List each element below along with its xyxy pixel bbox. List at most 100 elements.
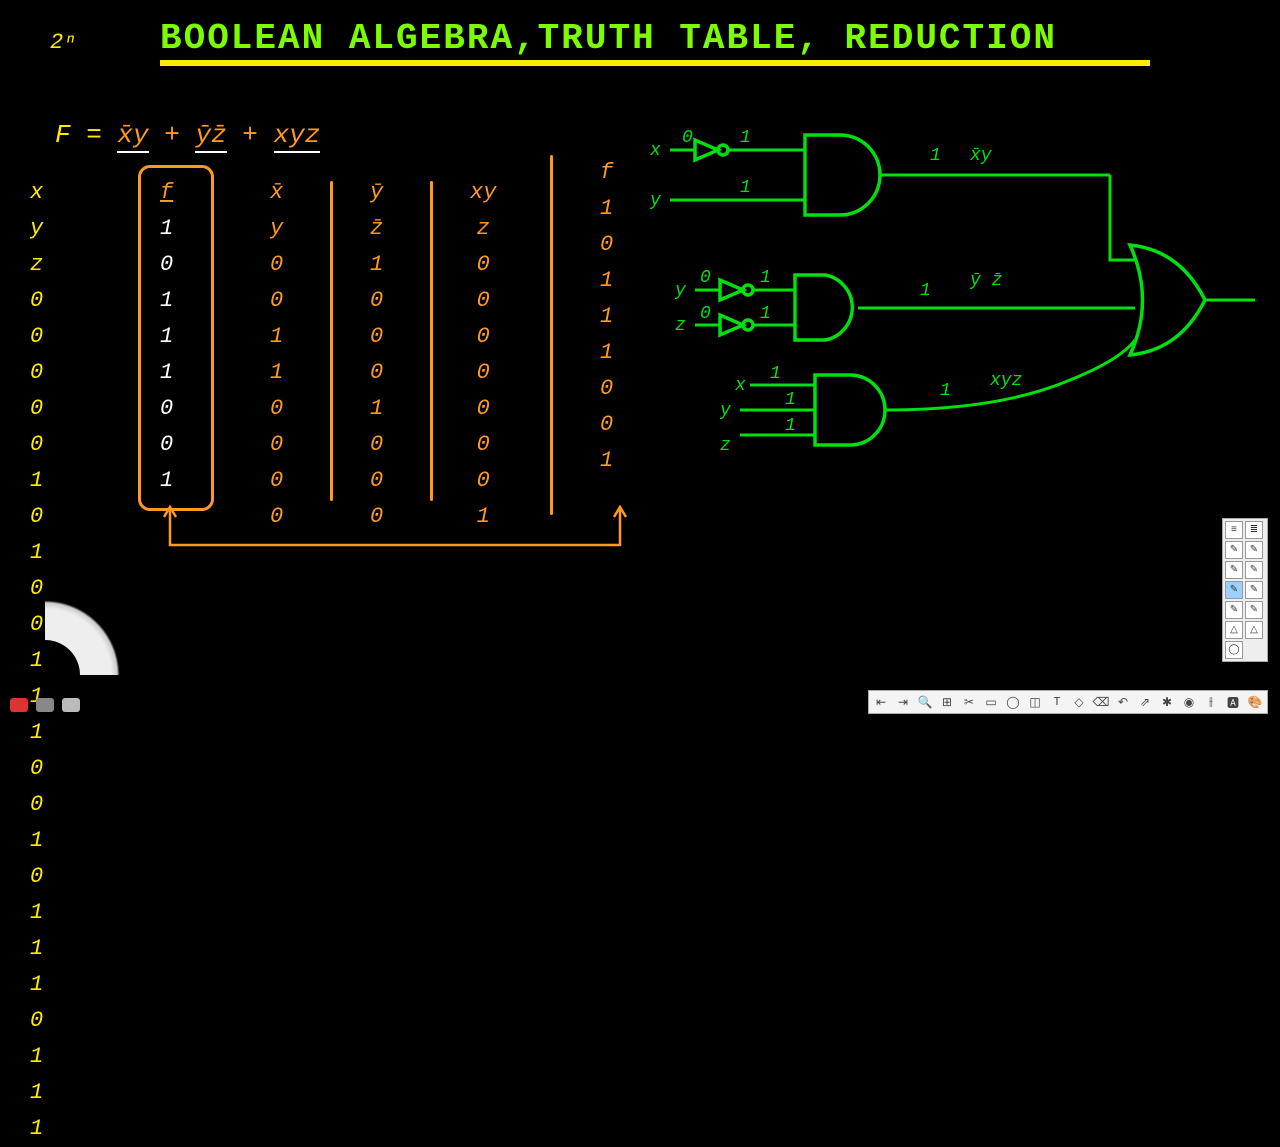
table-cell: 1 0 0 [30,715,43,823]
hdr-ybarzbar: ȳ z̄ [370,175,383,247]
table-cell: 0 [470,463,496,499]
tool-button[interactable]: ⊞ [939,694,955,710]
label-x3: x [734,376,746,396]
divider3 [550,155,553,515]
tool-button[interactable]: 🅰 [1225,694,1241,710]
tool-button[interactable]: ✎ [1225,541,1243,559]
formula-lhs: F = [55,120,102,150]
page-title: BOOLEAN ALGEBRA,TRUTH TABLE, REDUCTION [160,18,1057,59]
tool-button[interactable]: ◉ [1181,694,1197,710]
table-cell: 0 [370,463,383,499]
tool-button[interactable]: ✎ [1245,541,1263,559]
tool-button[interactable]: 🎨 [1247,694,1263,710]
svg-text:1: 1 [760,304,771,324]
formula-term1: x̄y [117,120,148,153]
label-y: y [649,191,662,211]
table-cell: 1 [600,299,613,335]
tool-button[interactable]: ✎ [1225,561,1243,579]
tool-button[interactable]: ✎ [1245,581,1263,599]
table-cell: 1 [600,191,613,227]
tool-button[interactable]: ▭ [983,694,999,710]
side-toolbar[interactable]: ≡≣✎✎✎✎✎✎✎✎△△◯ [1222,518,1268,662]
and3-out: xyz [989,371,1022,391]
tool-button[interactable]: ≣ [1245,521,1263,539]
svg-text:1: 1 [785,390,796,410]
hdr-xyz: x y z [30,175,43,283]
svg-text:0: 0 [700,268,711,288]
label-z2: z [675,316,686,336]
table-cell: 0 1 0 [30,499,43,607]
tool-button[interactable]: △ [1225,621,1243,639]
hdr-xbary: x̄ y [270,175,283,247]
formula-plus1: + [164,120,180,150]
tool-button[interactable]: T [1049,694,1065,710]
tool-button[interactable]: ⇥ [895,694,911,710]
table-cell: 0 [370,427,383,463]
svg-text:0: 0 [682,130,693,148]
tool-button[interactable]: ◯ [1225,641,1243,659]
hdr-xyzterm: xy z [470,175,496,247]
table-cell: 0 [370,283,383,319]
svg-text:1: 1 [740,178,751,198]
equivalence-arrow [150,505,650,565]
tool-button[interactable]: ✎ [1245,561,1263,579]
formula-plus2: + [242,120,258,150]
tool-button[interactable]: ◫ [1027,694,1043,710]
table-cell: 0 [470,319,496,355]
tool-button[interactable]: ⌫ [1093,694,1109,710]
col-f2: f 10111001 [600,155,613,479]
tool-button[interactable]: ≡ [1225,521,1243,539]
and2-out: ȳ z̄ [969,271,1002,291]
col-xyz: x y z 0 0 00 0 10 1 00 1 11 0 01 0 11 1 … [30,175,43,1147]
formula-term3: xyz [274,120,321,153]
svg-text:1: 1 [930,146,941,166]
col-ybarzbar: ȳ z̄ 10001000 [370,175,383,535]
svg-text:1: 1 [920,281,931,301]
tool-button[interactable]: ↶ [1115,694,1131,710]
tool-button[interactable]: ⇤ [873,694,889,710]
bottom-toolbar[interactable]: ⇤ ⇥ 🔍 ⊞ ✂ ▭ ◯ ◫ T ◇ ⌫ ↶ ⇗ ✱ ◉ ⫲ 🅰 🎨 [868,690,1268,714]
table-cell: 0 [600,407,613,443]
radial-menu[interactable] [0,590,130,760]
label-x: x [649,141,661,161]
divider1 [330,181,333,501]
table-cell: 0 [470,247,496,283]
boolean-formula: F = x̄y + ȳz̄ + xyz [55,120,320,150]
tool-button[interactable]: ⫲ [1203,694,1219,710]
svg-text:1: 1 [940,381,951,401]
tool-button[interactable]: ✱ [1159,694,1175,710]
table-cell: 1 [270,319,283,355]
table-cell: 0 [600,227,613,263]
tool-button[interactable]: △ [1245,621,1263,639]
tool-button[interactable]: ◯ [1005,694,1021,710]
svg-text:1: 1 [785,416,796,436]
svg-text:1: 1 [740,130,751,148]
tool-button[interactable]: ✎ [1225,581,1243,599]
table-cell: 0 [470,391,496,427]
table-cell: 1 [600,335,613,371]
table-cell: 0 [470,427,496,463]
table-cell: 1 1 1 [30,1039,43,1147]
table-cell: 0 [270,391,283,427]
table-cell: 0 [470,283,496,319]
table-cell: 0 [270,283,283,319]
radial-menu-icons[interactable] [10,698,80,712]
tool-button[interactable]: ◇ [1071,694,1087,710]
f-highlight-box [138,165,214,511]
corner-exponent: 2ⁿ [50,30,76,55]
table-cell: 0 [270,247,283,283]
and1-out: x̄y [969,146,993,166]
tool-button[interactable]: ✎ [1225,601,1243,619]
table-cell: 1 1 0 [30,931,43,1039]
table-cell: 0 [270,427,283,463]
tool-button[interactable]: ✎ [1245,601,1263,619]
tool-button[interactable]: ⇗ [1137,694,1153,710]
tool-button[interactable]: 🔍 [917,694,933,710]
tool-button[interactable]: ✂ [961,694,977,710]
table-cell: 1 [600,263,613,299]
hdr-f2: f [600,155,613,191]
col-xbary: x̄ y 00110000 [270,175,283,535]
col-xyzterm: xy z 00000001 [470,175,496,535]
svg-text:0: 0 [700,304,711,324]
table-cell: 0 [470,355,496,391]
